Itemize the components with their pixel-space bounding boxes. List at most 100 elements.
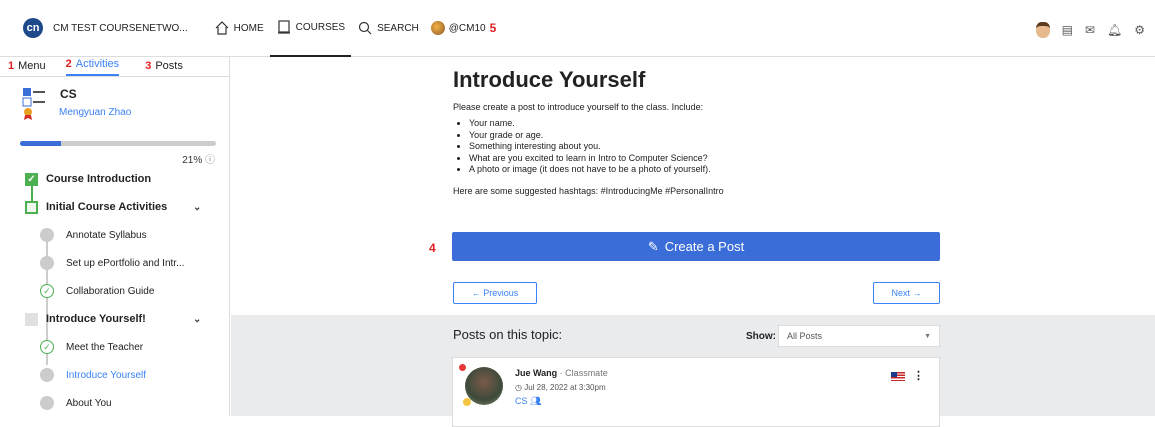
checkbox-empty-icon (25, 312, 38, 326)
activity-set-up-eportfolio[interactable]: Set up ePortfolio and Intr... (0, 249, 230, 277)
post-tags[interactable]: CS 👥︎ (515, 396, 541, 407)
nav-home-label: HOME (233, 22, 264, 34)
clock-icon: ◷ (515, 383, 522, 392)
incomplete-circle-icon (40, 368, 54, 382)
brand-name[interactable]: CM TEST COURSENETWO... (53, 23, 188, 34)
complete-check-icon: ✓ (40, 284, 54, 298)
status-dot (463, 398, 471, 406)
activity-tree: ✓ Course Introduction Initial Course Act… (0, 165, 230, 417)
section-label: Introduce Yourself! (46, 313, 146, 325)
progress-percent: 21% ⓘ (182, 151, 215, 166)
section-course-introduction[interactable]: ✓ Course Introduction (0, 165, 230, 193)
nav-home[interactable]: HOME (208, 0, 270, 57)
list-item: What are you excited to learn in Intro t… (469, 153, 943, 165)
post-date: ◷ Jul 28, 2022 at 3:30pm (515, 383, 606, 392)
tab-posts[interactable]: 3 Posts (145, 60, 183, 76)
post-author-avatar[interactable] (465, 367, 503, 405)
unread-dot (459, 364, 466, 371)
chevron-down-icon[interactable]: ⌄ (193, 314, 201, 325)
tab-posts-label: Posts (155, 60, 183, 72)
nav-courses-label: COURSES (295, 21, 346, 33)
activity-annotate-syllabus[interactable]: Annotate Syllabus (0, 221, 230, 249)
tab-menu[interactable]: 1 Menu (8, 60, 46, 76)
nav-courses[interactable]: COURSES (269, 0, 352, 57)
activity-about-you[interactable]: About You (0, 389, 230, 417)
annotation-marker-4: 4 (429, 241, 436, 255)
section-label: Initial Course Activities (46, 201, 168, 213)
requirements-list: Your name. Your grade or age. Something … (469, 118, 943, 176)
checkbox-checked-icon: ✓ (25, 172, 38, 186)
tab-activities[interactable]: 2 Activities (65, 58, 120, 76)
section-initial-course-activities[interactable]: Initial Course Activities ⌄ (0, 193, 230, 221)
incomplete-circle-icon (40, 228, 54, 242)
user-avatar (430, 21, 445, 35)
nav-profile[interactable]: @CM10 5 (425, 0, 503, 57)
incomplete-circle-icon (40, 256, 54, 270)
tab-menu-label: Menu (18, 60, 46, 72)
page-title: Introduce Yourself (453, 67, 646, 92)
post-course-tag: CS (515, 396, 528, 406)
list-item: Your grade or age. (469, 130, 943, 142)
activity-introduce-yourself[interactable]: Introduce Yourself (0, 361, 230, 389)
gear-icon[interactable]: ⚙ (1134, 23, 1145, 37)
create-post-button[interactable]: ✎ Create a Post (452, 232, 940, 261)
next-button[interactable]: Next → (873, 282, 940, 304)
progress-fill (20, 141, 62, 146)
nav-search[interactable]: SEARCH (351, 0, 425, 57)
section-introduce-yourself[interactable]: Introduce Yourself! ⌄ (0, 305, 230, 333)
us-flag-icon (891, 372, 905, 381)
course-name[interactable]: CS (60, 87, 131, 101)
author-name: Jue Wang (515, 368, 558, 378)
filter-value: All Posts (787, 331, 823, 341)
post-card[interactable]: Jue Wang · Classmate ◷ Jul 28, 2022 at 3… (452, 357, 940, 427)
bell-icon[interactable]: 🔔︎ (1107, 23, 1122, 37)
activity-meet-the-teacher[interactable]: ✓ Meet the Teacher (0, 333, 230, 361)
mail-icon[interactable]: ✉ (1085, 23, 1095, 37)
coursenetworking-logo[interactable]: cn (23, 18, 43, 38)
annotation-marker-1: 1 (8, 60, 15, 72)
course-header: CS Mengyuan Zhao (22, 87, 229, 121)
previous-button[interactable]: ← Previous (453, 282, 537, 304)
create-post-label: Create a Post (664, 239, 745, 254)
activity-label: Meet the Teacher (66, 341, 144, 353)
author-role: · Classmate (559, 368, 608, 378)
suggested-hashtags: Here are some suggested hashtags: #Intro… (453, 185, 724, 196)
chevron-down-icon[interactable]: ⌄ (193, 202, 201, 213)
avatar-face-icon[interactable] (1035, 22, 1050, 38)
list-item: Something interesting about you. (469, 141, 943, 153)
post-date-text: Jul 28, 2022 at 3:30pm (524, 383, 606, 392)
main-content: Introduce Yourself Please create a post … (231, 57, 1155, 427)
annotation-marker-5: 5 (489, 21, 497, 35)
main-nav: HOME COURSES SEARCH @CM10 5 (208, 0, 503, 57)
activity-label: Collaboration Guide (66, 285, 155, 297)
complete-check-icon: ✓ (40, 340, 54, 354)
list-item: A photo or image (it does not have to be… (469, 164, 943, 176)
courses-icon (277, 20, 290, 34)
header-utility-icons: ▤ ✉ 🔔︎ ⚙ (1035, 22, 1145, 38)
home-icon (215, 21, 229, 35)
nav-search-label: SEARCH (377, 22, 419, 34)
calendar-icon[interactable]: ▤ (1062, 23, 1073, 37)
post-author[interactable]: Jue Wang · Classmate (515, 368, 608, 378)
caret-down-icon: ▼ (924, 332, 931, 340)
posts-section: Posts on this topic: Show: All Posts ▼ J… (231, 315, 1155, 427)
edit-icon: ✎ (647, 238, 659, 254)
course-teacher[interactable]: Mengyuan Zhao (59, 107, 131, 118)
activity-label: Annotate Syllabus (66, 229, 147, 241)
activity-collaboration-guide[interactable]: ✓ Collaboration Guide (0, 277, 230, 305)
activity-label: Introduce Yourself (66, 369, 147, 381)
course-badge-icon (22, 88, 45, 120)
posts-filter-select[interactable]: All Posts ▼ (778, 325, 940, 347)
activity-label: Set up ePortfolio and Intr... (66, 257, 185, 269)
top-navigation-bar: cn CM TEST COURSENETWO... HOME COURSES S… (0, 0, 1155, 57)
incomplete-circle-icon (40, 396, 54, 410)
group-icon: 👥︎ (530, 396, 542, 406)
sidebar: 1 Menu 2 Activities 3 Posts CS Mengyuan Zha… (0, 57, 230, 416)
checkbox-partial-icon (25, 200, 38, 214)
posts-title: Posts on this topic: (453, 327, 563, 342)
more-options-icon[interactable]: ⋮ (913, 369, 924, 382)
activity-label: About You (66, 397, 112, 409)
annotation-marker-2: 2 (65, 58, 72, 70)
section-label: Course Introduction (46, 173, 152, 185)
search-icon (358, 21, 372, 35)
